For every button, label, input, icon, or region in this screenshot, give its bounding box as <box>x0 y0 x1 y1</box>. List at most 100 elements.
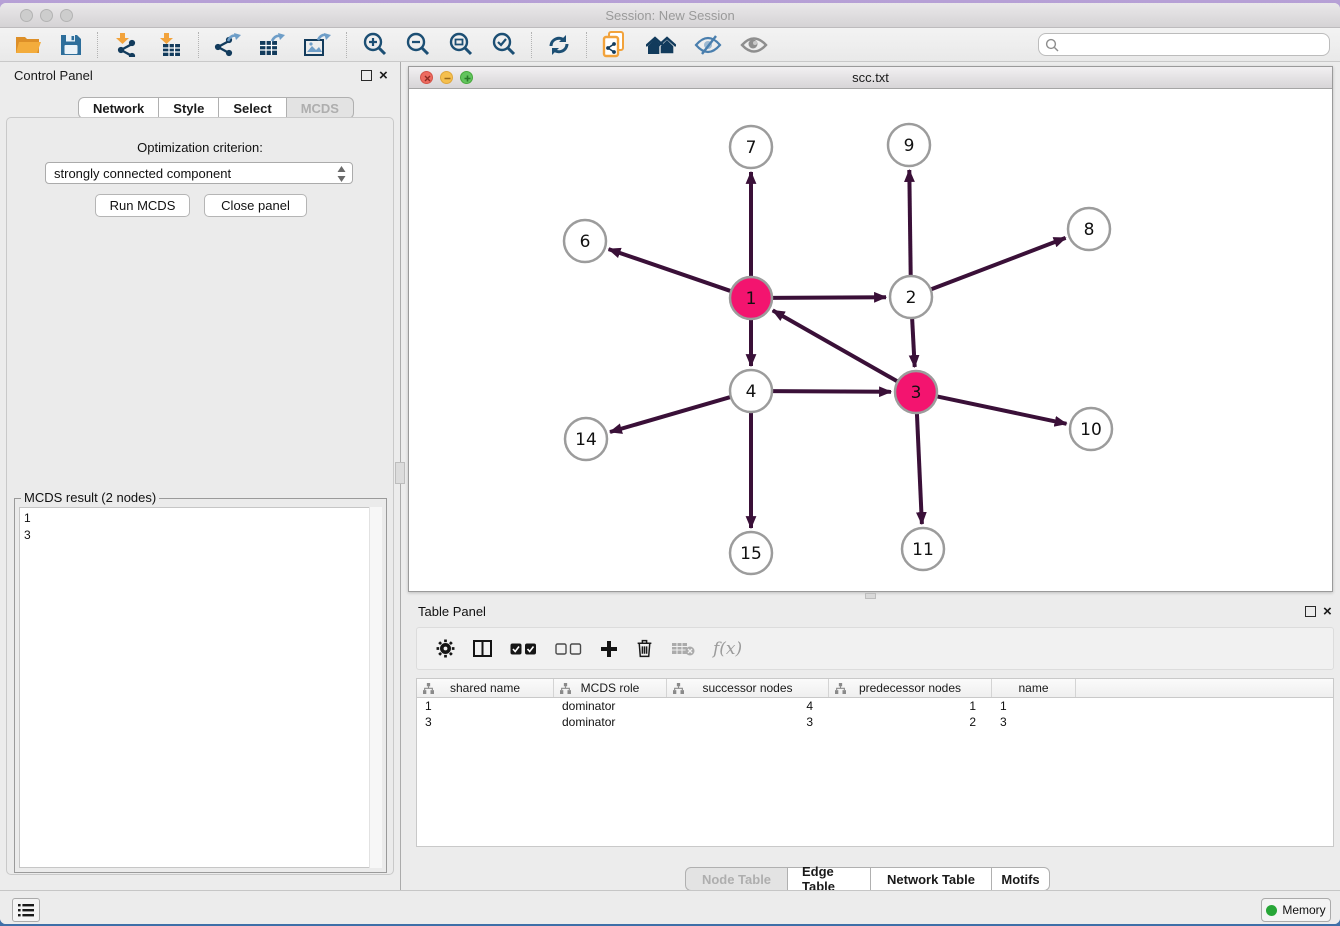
export-network-button[interactable] <box>205 30 250 60</box>
export-table-button[interactable] <box>250 30 295 60</box>
save-session-button[interactable] <box>51 30 91 60</box>
node-4[interactable]: 4 <box>730 370 772 412</box>
node-1[interactable]: 1 <box>730 277 772 319</box>
delete-table-button[interactable] <box>662 641 704 656</box>
search-input[interactable] <box>1038 33 1330 56</box>
criterion-select[interactable]: strongly connected component <box>45 162 353 184</box>
vertical-splitter[interactable] <box>400 62 403 890</box>
refresh-button[interactable] <box>538 30 580 60</box>
column-header-label: predecessor nodes <box>859 681 961 695</box>
network-graph[interactable]: 7 9 6 8 1 2 4 3 14 10 15 11 <box>409 89 1332 591</box>
close-panel-button[interactable]: Close panel <box>204 194 307 217</box>
table-cell[interactable]: 3 <box>667 714 829 730</box>
deselect-all-button[interactable] <box>546 643 591 655</box>
tab-network[interactable]: Network <box>78 97 159 119</box>
close-panel-icon[interactable]: × <box>379 70 388 81</box>
trash-icon <box>636 639 653 658</box>
tab-style[interactable]: Style <box>159 97 219 119</box>
node-2[interactable]: 2 <box>890 276 932 318</box>
table-row[interactable]: 3dominator323 <box>417 714 1333 730</box>
table-cell[interactable]: 1 <box>992 698 1076 714</box>
edge-4-14[interactable] <box>610 397 731 432</box>
column-header-MCDS-role[interactable]: MCDS role <box>554 679 667 697</box>
zoom-fit-button[interactable] <box>439 30 482 60</box>
table-cell[interactable]: 1 <box>829 698 992 714</box>
optimization-criterion-label: Optimization criterion: <box>7 140 393 155</box>
edge-2-3[interactable] <box>912 318 915 367</box>
column-header-name[interactable]: name <box>992 679 1076 697</box>
column-header-predecessor-nodes[interactable]: predecessor nodes <box>829 679 992 697</box>
memory-button[interactable]: Memory <box>1261 898 1331 922</box>
table-settings-button[interactable] <box>427 639 464 658</box>
table-cell[interactable]: 3 <box>417 714 554 730</box>
plus-icon <box>600 640 618 658</box>
node-10[interactable]: 10 <box>1070 408 1112 450</box>
mcds-result-text[interactable]: 1 3 <box>19 507 382 868</box>
open-folder-icon <box>15 34 42 55</box>
node-6[interactable]: 6 <box>564 220 606 262</box>
open-session-button[interactable] <box>6 30 51 60</box>
split-panel-button[interactable] <box>464 640 501 657</box>
tab-mcds[interactable]: MCDS <box>287 97 354 119</box>
table-cell[interactable]: dominator <box>554 714 667 730</box>
node-3[interactable]: 3 <box>895 371 937 413</box>
import-network-button[interactable] <box>104 30 148 60</box>
zoom-out-button[interactable] <box>396 30 439 60</box>
node-14[interactable]: 14 <box>565 418 607 460</box>
float-panel-icon[interactable] <box>361 70 372 81</box>
horizontal-splitter[interactable] <box>403 592 1340 600</box>
tab-network-table[interactable]: Network Table <box>871 867 992 891</box>
copy-network-button[interactable] <box>593 30 637 60</box>
table-cell[interactable]: 3 <box>992 714 1076 730</box>
show-all-networks-button[interactable] <box>637 30 685 60</box>
gear-icon <box>436 639 455 658</box>
tab-node-table[interactable]: Node Table <box>685 867 788 891</box>
tab-select[interactable]: Select <box>219 97 286 119</box>
edge-4-3[interactable] <box>772 391 891 392</box>
node-11[interactable]: 11 <box>902 528 944 570</box>
column-header-shared-name[interactable]: shared name <box>417 679 554 697</box>
column-header-successor-nodes[interactable]: successor nodes <box>667 679 829 697</box>
node-8[interactable]: 8 <box>1068 208 1110 250</box>
task-history-button[interactable] <box>12 898 40 922</box>
edge-3-11[interactable] <box>917 413 922 524</box>
network-canvas[interactable]: 7 9 6 8 1 2 4 3 14 10 15 11 <box>409 89 1332 591</box>
memory-label: Memory <box>1282 903 1325 917</box>
select-all-button[interactable] <box>501 643 546 655</box>
tab-motifs[interactable]: Motifs <box>992 867 1050 891</box>
import-table-button[interactable] <box>148 30 192 60</box>
table-cell[interactable]: 2 <box>829 714 992 730</box>
edge-1-2[interactable] <box>772 297 886 298</box>
toolbar-separator <box>586 32 587 58</box>
splitter-handle[interactable] <box>865 593 876 599</box>
table-cell[interactable]: dominator <box>554 698 667 714</box>
table-cell[interactable]: 4 <box>667 698 829 714</box>
svg-text:4: 4 <box>746 382 757 402</box>
show-graphics-details-button[interactable] <box>731 30 777 60</box>
run-mcds-button[interactable]: Run MCDS <box>95 194 190 217</box>
unchecked-boxes-icon <box>555 643 582 655</box>
edge-3-10[interactable] <box>937 396 1067 424</box>
node-7[interactable]: 7 <box>730 126 772 168</box>
export-image-button[interactable] <box>295 30 340 60</box>
node-9[interactable]: 9 <box>888 124 930 166</box>
node-15[interactable]: 15 <box>730 532 772 574</box>
edge-2-9[interactable] <box>909 170 910 276</box>
table-cell[interactable]: 1 <box>417 698 554 714</box>
delete-column-button[interactable] <box>627 639 662 658</box>
edge-3-1[interactable] <box>773 310 898 381</box>
zoom-in-button[interactable] <box>353 30 396 60</box>
result-scrollbar[interactable] <box>369 507 382 868</box>
splitter-handle[interactable] <box>395 462 405 484</box>
float-panel-icon[interactable] <box>1305 606 1316 617</box>
function-builder-button[interactable]: f(x) <box>704 639 751 659</box>
table-row[interactable]: 1dominator411 <box>417 698 1333 714</box>
hide-graphics-details-button[interactable] <box>685 30 731 60</box>
main-area: Control Panel × Network Style Select MCD… <box>0 62 1340 890</box>
add-column-button[interactable] <box>591 640 627 658</box>
edge-2-8[interactable] <box>931 238 1066 290</box>
close-panel-icon[interactable]: × <box>1323 606 1332 617</box>
zoom-selected-button[interactable] <box>482 30 525 60</box>
tab-edge-table[interactable]: Edge Table <box>788 867 871 891</box>
edge-1-6[interactable] <box>609 249 732 291</box>
